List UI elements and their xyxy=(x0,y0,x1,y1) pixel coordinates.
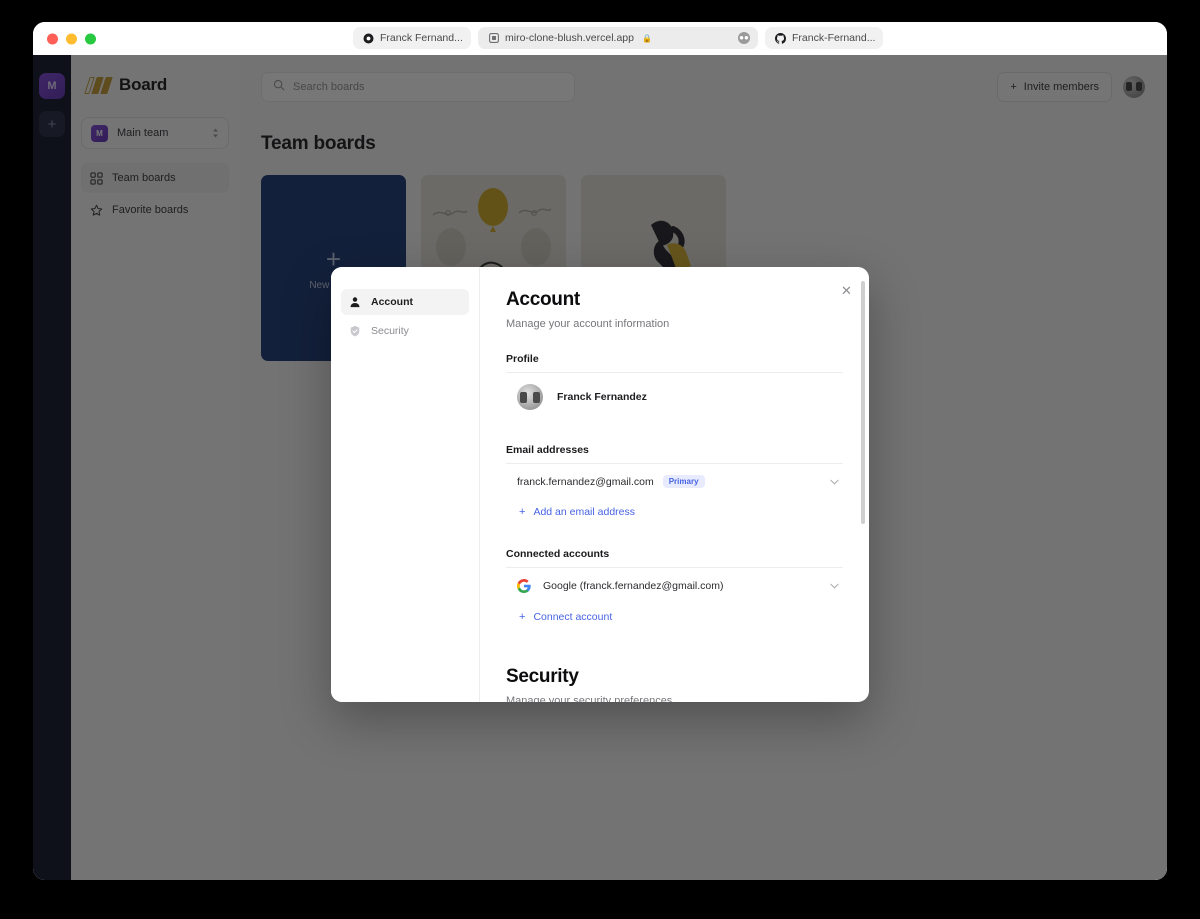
email-addresses-label: Email addresses xyxy=(506,444,843,464)
scrollbar-thumb[interactable] xyxy=(861,281,865,524)
browser-tab-title: miro-clone-blush.vercel.app xyxy=(505,32,634,44)
profile-label: Profile xyxy=(506,353,843,373)
tab-security[interactable]: Security xyxy=(341,318,469,344)
connected-accounts-label: Connected accounts xyxy=(506,548,843,568)
security-subtitle: Manage your security preferences xyxy=(506,695,673,702)
connect-account-button[interactable]: + Connect account xyxy=(506,604,843,630)
chevron-down-icon[interactable] xyxy=(830,581,839,591)
connect-account-label: Connect account xyxy=(533,611,613,623)
chevron-down-icon[interactable] xyxy=(830,477,839,487)
plus-icon: + xyxy=(519,610,526,623)
user-icon xyxy=(349,296,361,308)
window-minimize-button[interactable] xyxy=(66,33,77,44)
profile-row[interactable]: Franck Fernandez xyxy=(506,373,843,421)
browser-tab-title: Franck-Fernand... xyxy=(792,32,876,44)
tab-label: Account xyxy=(371,296,413,308)
connected-account-row[interactable]: Google (franck.fernandez@gmail.com) xyxy=(506,568,843,604)
traffic-lights xyxy=(47,33,96,44)
avatar xyxy=(517,384,543,410)
security-title: Security xyxy=(506,666,579,687)
browser-titlebar: Franck Fernand... miro-clone-blush.verce… xyxy=(33,22,1167,55)
google-icon xyxy=(517,579,531,593)
browser-tab-title: Franck Fernand... xyxy=(380,32,463,44)
browser-tab-clerk[interactable]: Franck Fernand... xyxy=(353,27,471,49)
app-viewport: M + Board M Main team xyxy=(33,55,1167,880)
email-section: Email addresses franck.fernandez@gmail.c… xyxy=(506,444,843,525)
tab-label: Security xyxy=(371,325,409,337)
modal-body[interactable]: ✕ Account Manage your account informatio… xyxy=(480,267,869,702)
plus-icon: + xyxy=(519,505,526,518)
email-value: franck.fernandez@gmail.com xyxy=(517,475,654,488)
account-title: Account xyxy=(506,289,580,310)
connected-accounts-section: Connected accounts Google (franck.fernan… xyxy=(506,548,843,630)
add-email-button[interactable]: + Add an email address xyxy=(506,499,843,525)
github-icon xyxy=(775,32,786,44)
window-zoom-button[interactable] xyxy=(85,33,96,44)
profile-name: Franck Fernandez xyxy=(557,391,647,403)
lock-icon: 🔒 xyxy=(641,33,652,43)
security-section: Security Manage your security preference… xyxy=(506,666,843,702)
extension-icon[interactable]: ●● xyxy=(738,32,750,44)
email-row[interactable]: franck.fernandez@gmail.com Primary xyxy=(506,464,843,499)
modal-nav: Account Security xyxy=(331,267,480,702)
account-subtitle: Manage your account information xyxy=(506,318,670,330)
browser-tabstrip: Franck Fernand... miro-clone-blush.verce… xyxy=(353,27,883,49)
clerk-icon xyxy=(363,33,374,44)
window-close-button[interactable] xyxy=(47,33,58,44)
status-badge: Primary xyxy=(662,475,705,488)
browser-tab-github[interactable]: Franck-Fernand... xyxy=(765,27,883,49)
shield-icon xyxy=(349,325,361,337)
connected-account-value: Google (franck.fernandez@gmail.com) xyxy=(543,580,724,592)
browser-window: Franck Fernand... miro-clone-blush.verce… xyxy=(33,22,1167,880)
tab-account[interactable]: Account xyxy=(341,289,469,315)
account-modal: Account Security ✕ Account Manage your a… xyxy=(331,267,869,702)
page-icon xyxy=(488,33,499,44)
add-email-label: Add an email address xyxy=(533,506,635,518)
profile-section: Profile Franck Fernandez xyxy=(506,353,843,421)
browser-tab-miro-clone[interactable]: miro-clone-blush.vercel.app 🔒 ●● xyxy=(478,27,758,49)
close-icon[interactable]: ✕ xyxy=(839,283,854,298)
